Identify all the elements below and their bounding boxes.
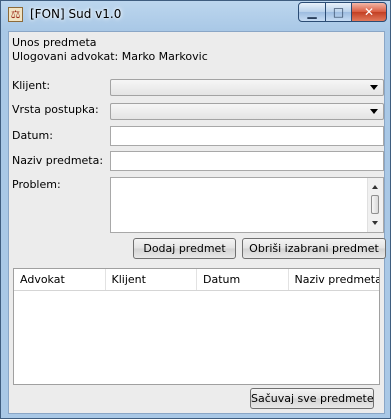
procedure-label: Vrsta postupka:	[12, 103, 99, 116]
problem-label: Problem:	[12, 178, 61, 191]
window-title: [FON] Sud v1.0	[30, 7, 122, 21]
title-bar[interactable]: ⚖ [FON] Sud v1.0 ▁ □ ✕	[1, 1, 390, 31]
minimize-button[interactable]: ▁	[298, 2, 326, 22]
column-header-klijent[interactable]: Klijent	[106, 269, 197, 290]
column-header-advokat[interactable]: Advokat	[14, 269, 106, 290]
column-header-naziv-predmeta[interactable]: Naziv predmeta	[289, 269, 380, 290]
date-field[interactable]	[110, 126, 384, 146]
delete-selected-button[interactable]: Obriši izabrani predmet	[242, 238, 386, 259]
scroll-up-icon[interactable]	[372, 185, 378, 189]
logged-user-label: Ulogovani advokat: Marko Markovic	[12, 50, 208, 63]
form-header: Unos predmeta	[12, 36, 97, 49]
problem-textarea[interactable]	[110, 177, 384, 233]
scroll-thumb[interactable]	[371, 195, 379, 214]
maximize-button[interactable]: □	[325, 2, 352, 22]
scroll-down-icon[interactable]	[372, 221, 378, 225]
column-header-datum[interactable]: Datum	[197, 269, 289, 290]
save-all-button[interactable]: Sačuvaj sve predmete	[250, 388, 374, 409]
client-label: Klijent:	[12, 79, 51, 92]
add-case-button[interactable]: Dodaj predmet	[133, 238, 236, 259]
table-header: Advokat Klijent Datum Naziv predmeta	[14, 269, 379, 291]
procedure-select[interactable]	[110, 103, 384, 120]
date-label: Datum:	[12, 129, 53, 142]
app-icon: ⚖	[8, 7, 23, 22]
close-button[interactable]: ✕	[351, 2, 387, 22]
chevron-down-icon[interactable]	[370, 109, 378, 114]
chevron-down-icon[interactable]	[370, 85, 378, 90]
case-name-field[interactable]	[110, 151, 384, 171]
cases-table[interactable]: Advokat Klijent Datum Naziv predmeta	[13, 268, 380, 385]
case-name-label: Naziv predmeta:	[12, 154, 104, 167]
form-panel: Unos predmeta Ulogovani advokat: Marko M…	[8, 31, 386, 414]
problem-scrollbar[interactable]	[367, 178, 383, 232]
app-window: ⚖ [FON] Sud v1.0 ▁ □ ✕ Unos predmeta Ulo…	[0, 0, 391, 419]
client-select[interactable]	[110, 79, 384, 96]
